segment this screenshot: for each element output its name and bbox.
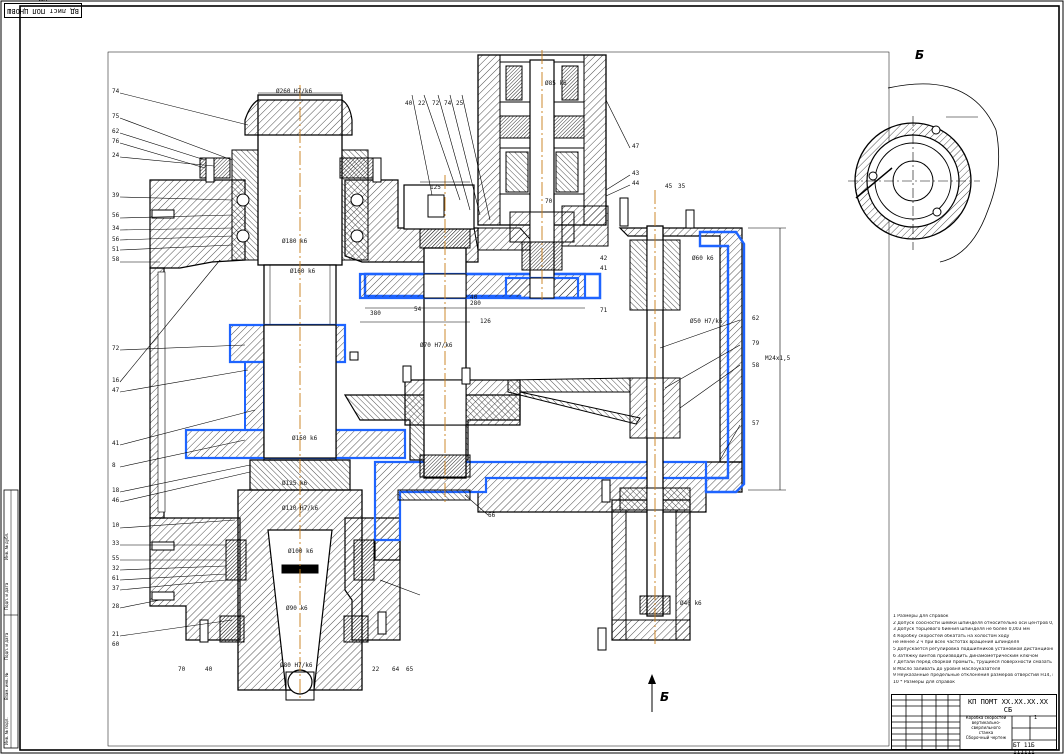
callout-label: 41: [112, 440, 120, 447]
callout-label: 22: [372, 666, 380, 673]
dimension-label: 54: [414, 306, 422, 313]
callout-label: 24: [112, 152, 120, 159]
callout-label: 46: [112, 497, 120, 504]
dimension-label: Ø260 H7/k6: [276, 88, 313, 95]
callout-label: 37: [112, 585, 120, 592]
dimension-label: Ø50 H7/k6: [690, 318, 723, 325]
note-line: 1 Размеры для справок: [893, 614, 949, 619]
binding-strip-label: Подп. и дата: [4, 632, 9, 660]
name-line-4: Сборочный чертеж: [965, 735, 1007, 740]
binding-strip-label: Взам. инв. №: [4, 672, 9, 700]
callout-label: 47: [632, 143, 640, 150]
dimension-label: 40: [470, 294, 478, 301]
note-line: не менее 2 ч при всех частотах вращения …: [893, 640, 1020, 646]
dimension-label: 126: [480, 318, 491, 325]
section-arrow-label: Б: [660, 690, 670, 704]
dimension-label: Ø70 H7/k6: [420, 342, 453, 349]
callout-label: 40: [405, 100, 413, 107]
dimension-label: Ø40 k6: [680, 600, 702, 607]
callout-label: 35: [678, 183, 686, 190]
callout-label: 64: [392, 666, 400, 673]
note-line: 2 Допуск соосности шейки шпинделя относи…: [893, 620, 1053, 626]
dimension-label: Ø90 k6: [286, 605, 308, 612]
note-line: 4 Коробку скоростей обкатать на холостом…: [893, 633, 1010, 639]
callout-label: 66: [488, 512, 496, 519]
section-view-label: Б: [915, 48, 925, 62]
dimension-label: Ø125 k6: [282, 480, 308, 487]
callout-label: 60: [112, 641, 120, 648]
sheet-number: 1: [1034, 715, 1038, 721]
dimension-label: 70: [545, 198, 553, 205]
note-line: 10 * Размеры для справок: [893, 679, 955, 685]
callout-label: 58: [112, 256, 120, 263]
name-line-2: вертикально-сверлильного: [971, 720, 1001, 730]
dimension-label: М24х1,5: [765, 355, 791, 362]
callout-label: 44: [632, 180, 640, 187]
note-line: 7 Детали перед сборкой промыть, трущиеся…: [893, 660, 1052, 666]
callout-label: 75: [112, 113, 120, 120]
callout-label: 72: [432, 100, 440, 107]
callout-label: 62: [752, 315, 760, 322]
callout-label: 28: [112, 603, 120, 610]
corner-stamp: ВД лист ПОЛ ЦНОВШ ЦМ: [4, 0, 82, 18]
callout-label: 25: [456, 100, 464, 107]
dimension-label: 380: [370, 310, 381, 317]
callout-label: 74: [112, 88, 120, 95]
note-line: 9 Неуказанные предельные отклонения разм…: [893, 673, 1053, 679]
dimension-label: Ø85 k6: [545, 80, 567, 87]
dimension-label: 125: [430, 184, 441, 191]
callout-label: 39: [112, 192, 120, 199]
document-name: Коробка скоростей вертикально-сверлильно…: [960, 715, 1012, 740]
callout-label: 56: [112, 236, 120, 243]
note-line: 3 Допуск торцевого биения шпинделя не бо…: [893, 627, 1030, 633]
callout-label: 33: [112, 540, 120, 547]
callout-label: 72: [112, 345, 120, 352]
dimension-label: Ø60 k6: [692, 255, 714, 262]
callout-label: 70: [178, 666, 186, 673]
callout-label: 61: [112, 575, 120, 582]
callout-label: 16: [112, 377, 120, 384]
dimension-label: Ø150 k6: [292, 435, 318, 442]
callout-label: 71: [600, 307, 608, 314]
callout-label: 41: [600, 265, 608, 272]
binding-strip-label: Подп. и дата: [4, 582, 9, 610]
section-view: [848, 83, 1000, 263]
dimension-label: Ø80 H7/k6: [280, 662, 313, 669]
callout-label: 45: [665, 183, 673, 190]
callout-label: 55: [112, 555, 120, 562]
callout-label: 57: [752, 420, 760, 427]
note-line: 8 Масло заливать до уровня маслоуказател…: [893, 666, 1001, 672]
callout-label: 34: [112, 225, 120, 232]
callout-label: 56: [112, 212, 120, 219]
dimension-label: 280: [470, 300, 481, 307]
callout-label: 62: [112, 128, 120, 135]
callout-label: 40: [205, 666, 213, 673]
dimension-label: Ø180 k6: [282, 238, 308, 245]
input-shaft-assembly: [477, 54, 609, 300]
callout-label: 51: [112, 246, 120, 253]
callout-label: 58: [752, 362, 760, 369]
dimension-label: Ø110 H7/k6: [282, 505, 319, 512]
document-code: КП ПОМТ ХХ.ХХ.ХХ.ХХ СБ: [967, 698, 1049, 714]
callout-label: 43: [632, 170, 640, 177]
note-line: 5 Допускается регулировка подшипников ус…: [893, 646, 1053, 652]
callout-label: 22: [418, 100, 426, 107]
binding-strip-label: Инв. № подл.: [4, 717, 9, 745]
technical-requirements: 1 Размеры для справок 2 Допуск соосности …: [893, 614, 1053, 687]
callout-label: 8: [112, 462, 116, 469]
callout-label: 32: [112, 565, 120, 572]
note-line: 6 Затяжку винтов производить динамометри…: [893, 653, 1039, 659]
callout-label: 76: [112, 138, 120, 145]
callout-label: 79: [752, 340, 760, 347]
dimension-label: Ø160 k6: [290, 268, 316, 275]
callout-label: 18: [112, 487, 120, 494]
callout-label: 74: [444, 100, 452, 107]
binding-strip-label: Инв. № дубл.: [4, 532, 9, 560]
callout-label: 47: [112, 387, 120, 394]
callout-label: 42: [600, 255, 608, 262]
callout-label: 65: [406, 666, 414, 673]
dimension-label: Ø100 k6: [288, 548, 314, 555]
callout-label: 21: [112, 631, 120, 638]
callout-label: 10: [112, 522, 120, 529]
